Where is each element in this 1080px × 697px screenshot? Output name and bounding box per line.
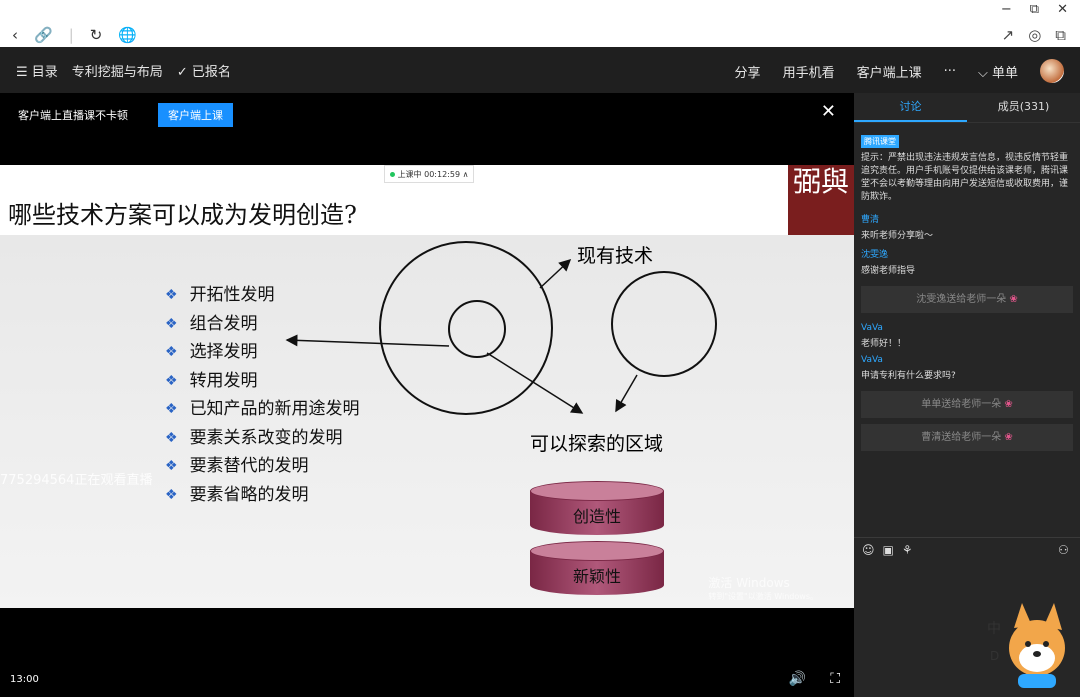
gift-notice: 沈雯逸送给老师一朵 ❀ [861,286,1073,313]
message-user[interactable]: 沈雯逸 [861,247,1073,260]
user-icon[interactable]: ⚇ [1058,543,1069,557]
browser-nav: ‹ 🔗 | ↻ 🌐 [12,26,137,44]
close-icon[interactable]: ✕ [821,101,836,122]
banner-text: 客户端上直播课不卡顿 [18,109,128,122]
message-text: 来听老师分享啦～ [861,231,934,241]
win-activate-text: 激活 Windows [708,576,790,590]
cylinder-label: 新颖性 [572,567,621,586]
slide-title: 哪些技术方案可以成为发明创造? [8,201,357,229]
svg-text:D: D [990,649,999,663]
enrolled-badge: ✓ 已报名 [176,65,231,80]
flower-icon: ❀ [1009,294,1018,305]
back-icon[interactable]: ‹ [12,26,18,44]
client-banner: 客户端上直播课不卡顿 客户端上课 [18,103,233,127]
live-status-text: 上课中 00:12:59 ∧ [397,169,469,179]
cube-icon[interactable]: ◎ [1028,26,1041,44]
link-icon[interactable]: 🔗 [34,26,53,44]
gift-notice: 曹清送给老师一朵 ❀ [861,424,1073,451]
volume-icon[interactable]: 🔊 [789,671,806,687]
message-user[interactable]: 曹清 [861,212,1073,225]
system-notice: 提示：严禁出现违法违规发言信息，视违反情节轻重追究责任。用户手机账号仅提供给该课… [861,153,1069,202]
arrow-to-tech [539,258,572,289]
message-list[interactable]: 腾讯课堂 提示：严禁出现违法违规发言信息，视违反情节轻重追究责任。用户手机账号仅… [854,123,1080,469]
playback-time: 13:00 [10,674,39,685]
gift-text: 沈雯逸送给老师一朵 [916,294,1007,305]
minimize-icon[interactable]: − [1001,2,1012,17]
inner-circle [448,300,506,358]
outer-circle [379,241,553,415]
tab-discussion[interactable]: 讨论 [854,93,967,122]
corgi-mascot[interactable]: 中 D [982,598,1077,693]
logo-watermark: 弼與 [788,165,854,235]
corgi-text: 中 [987,621,1001,637]
course-topbar: ☰ 目录 专利挖掘与布局 ✓ 已报名 分享 用手机看 客户端上课 ··· ⌵ 单… [0,47,1080,93]
restore-icon[interactable]: ⧉ [1030,2,1039,17]
live-status[interactable]: 上课中 00:12:59 ∧ [384,165,474,183]
chat-toolbar: ☺ ▣ ⚘ ⚇ [862,543,1069,557]
slide: 上课中 00:12:59 ∧ 哪些技术方案可以成为发明创造? 弼與 ❖ 开拓性发明… [0,165,854,608]
right-circle [611,271,717,377]
cylinder-novelty: 新颖性 [530,541,664,595]
video-bottom-bar: 13:00 🔊 ⛶ [0,608,854,697]
system-badge: 腾讯课堂 [861,135,899,148]
more-button[interactable]: ··· [944,64,956,79]
globe-icon[interactable]: 🌐 [118,26,137,44]
client-button[interactable]: 客户端上课 [857,62,922,81]
user-menu[interactable]: ⌵ 单单 [978,62,1018,81]
avatar[interactable] [1040,59,1064,83]
arrow-to-area-right [615,374,638,413]
video-player[interactable]: 客户端上直播课不卡顿 客户端上课 ✕ 上课中 00:12:59 ∧ 哪些技术方案… [0,93,854,697]
message-user[interactable]: VaVa [861,323,1073,333]
gift-notice: 单单送给老师一朵 ❀ [861,391,1073,418]
window-controls: − ⧉ ✕ [1001,2,1068,17]
arrow-to-area-left [486,352,584,414]
windows-activation: 激活 Windows 转到"设置"以激活 Windows。 [708,577,818,603]
gift-text: 曹清送给老师一朵 [921,432,1002,443]
live-dot [389,171,395,177]
share-icon[interactable]: ↗ [1002,26,1015,44]
client-class-button[interactable]: 客户端上课 [158,103,233,127]
viewer-overlay: 775294564正在观看直播 [0,473,153,488]
win-activate-sub: 转到"设置"以激活 Windows。 [708,592,818,601]
sidebar-tabs: 讨论 成员(331) [854,93,1080,123]
divider [854,537,1080,538]
share-button[interactable]: 分享 [735,62,761,81]
emoji-icon[interactable]: ☺ [862,543,875,557]
flower-icon: ❀ [1004,399,1013,410]
course-title: 专利挖掘与布局 [71,65,163,80]
fullscreen-icon[interactable]: ⛶ [830,671,840,687]
flower-icon: ❀ [1004,432,1013,443]
cylinder-label: 创造性 [572,507,621,526]
slide-body: ❖ 开拓性发明 ❖ 组合发明 ❖ 选择发明 ❖ 转用发明 ❖ 已知产品的新用途发明 ❖ 要素… [0,235,854,608]
image-icon[interactable]: ▣ [883,543,894,557]
message-user[interactable]: VaVa [861,355,1073,365]
tab-members[interactable]: 成员(331) [967,93,1080,122]
discussion-sidebar: 讨论 成员(331) 腾讯课堂 提示：严禁出现违法违规发言信息，视违反情节轻重追… [854,93,1080,697]
message-text: 感谢老师指导 [861,266,916,276]
window-icon[interactable]: ⧉ [1055,26,1066,44]
browser-actions: ↗ ◎ ⧉ [1002,26,1066,44]
cylinder-top [530,541,664,561]
arrow-to-bullet [285,334,450,347]
message-text: 老师好！！ [861,339,907,349]
toc-button[interactable]: ☰ 目录 [16,61,58,80]
mobile-view-button[interactable]: 用手机看 [783,62,835,81]
close-icon[interactable]: ✕ [1057,2,1068,17]
window-titlebar: − ⧉ ✕ ‹ 🔗 | ↻ 🌐 ↗ ◎ ⧉ [0,0,1080,47]
separator: | [68,26,74,44]
message-text: 申请专利有什么要求吗? [861,371,956,381]
gift-text: 单单送给老师一朵 [921,399,1002,410]
area-label: 可以探索的区域 [530,433,664,455]
refresh-icon[interactable]: ↻ [90,26,103,44]
flower-send-icon[interactable]: ⚘ [902,543,913,557]
cylinder-creativity: 创造性 [530,481,664,535]
tech-label: 现有技术 [577,245,654,267]
circles-diagram [285,241,717,415]
cylinder-top [530,481,664,501]
